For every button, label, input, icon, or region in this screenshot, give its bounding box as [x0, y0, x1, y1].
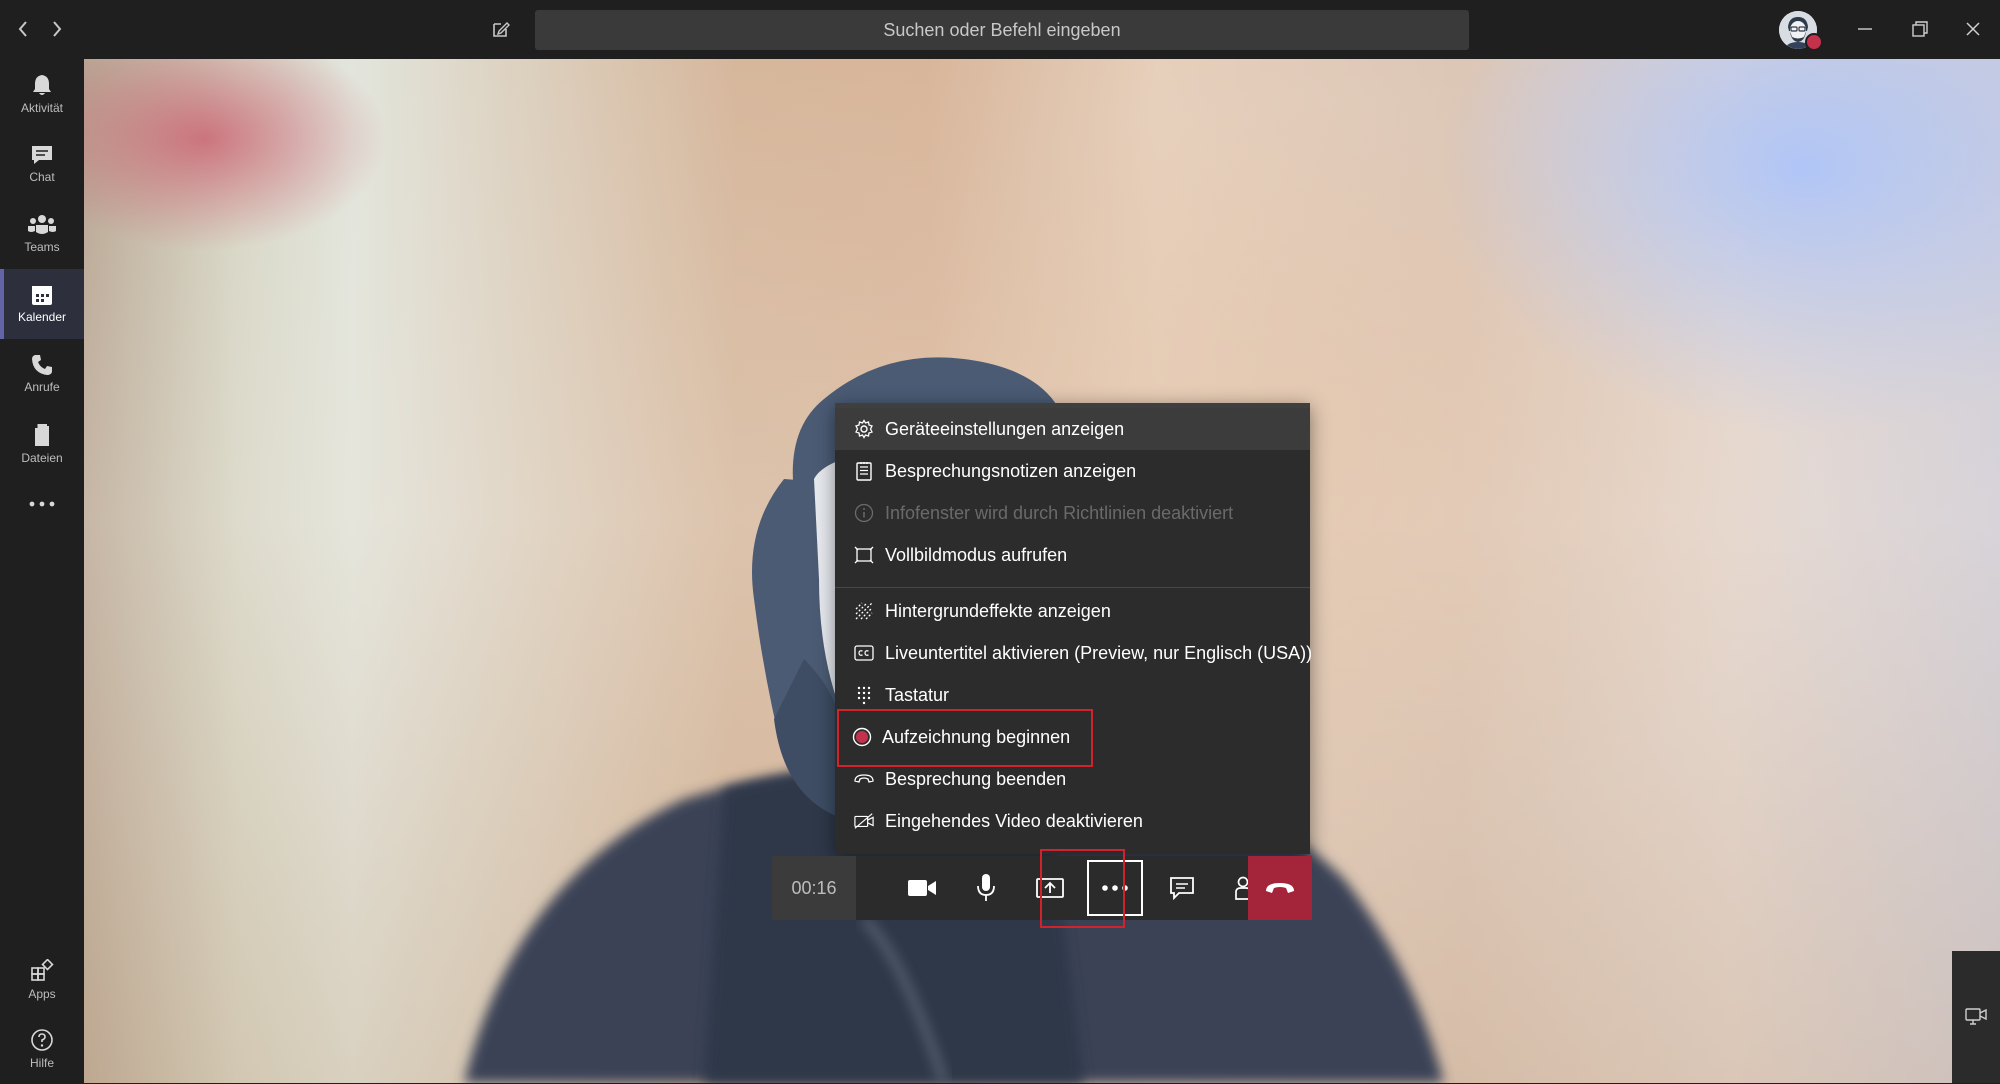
share-screen-button[interactable] — [1018, 856, 1082, 920]
rail-item-apps[interactable]: Apps — [0, 945, 84, 1015]
more-options-button[interactable] — [1083, 856, 1147, 920]
call-timer: 00:16 — [772, 856, 856, 920]
menu-item-label: Liveuntertitel aktivieren (Preview, nur … — [885, 642, 1313, 663]
microphone-button[interactable] — [954, 856, 1018, 920]
record-icon — [852, 727, 872, 747]
presence-status-badge — [1805, 33, 1823, 51]
hangup-icon — [1266, 883, 1294, 893]
help-icon — [31, 1029, 53, 1051]
chat-icon — [32, 146, 52, 164]
menu-item-device-settings[interactable]: Geräteeinstellungen anzeigen — [835, 408, 1310, 450]
menu-item-meeting-notes[interactable]: Besprechungsnotizen anzeigen — [835, 450, 1310, 492]
rail-label: Teams — [24, 240, 60, 254]
close-icon[interactable] — [1953, 14, 1993, 44]
device-video-panel-button[interactable] — [1952, 951, 2000, 1083]
rail-item-teams[interactable]: Teams — [0, 199, 84, 269]
rail-label: Kalender — [17, 310, 67, 324]
teams-icon — [28, 215, 56, 234]
menu-item-label: Infofenster wird durch Richtlinien deakt… — [885, 502, 1234, 523]
notes-icon — [854, 461, 874, 481]
menu-item-label: Besprechung beenden — [885, 768, 1067, 789]
rail-label: Anrufe — [24, 380, 60, 394]
background-effects-icon — [854, 601, 874, 621]
rail-label: Hilfe — [29, 1056, 54, 1070]
rail-item-files[interactable]: Dateien — [0, 409, 84, 479]
bell-icon — [33, 75, 51, 95]
chevron-left-icon[interactable] — [12, 14, 34, 44]
more-horizontal-icon — [29, 501, 55, 507]
rail-label: Chat — [29, 170, 55, 184]
search-input[interactable] — [535, 10, 1469, 50]
menu-item-label: Aufzeichnung beginnen — [882, 726, 1071, 747]
menu-item-label: Eingehendes Video deaktivieren — [885, 810, 1143, 831]
video-off-icon — [854, 811, 874, 831]
menu-item-disable-incoming-video[interactable]: Eingehendes Video deaktivieren — [835, 800, 1310, 842]
fullscreen-icon — [854, 545, 874, 565]
rail-item-activity[interactable]: Aktivität — [0, 59, 84, 129]
call-controls-bar: 00:16 — [772, 856, 1312, 920]
camera-icon — [908, 880, 936, 896]
file-icon — [35, 424, 49, 446]
compose-icon[interactable] — [486, 14, 516, 44]
menu-item-info-disabled: Infofenster wird durch Richtlinien deakt… — [835, 492, 1310, 534]
info-icon — [854, 503, 874, 523]
menu-item-fullscreen[interactable]: Vollbildmodus aufrufen — [835, 534, 1310, 576]
app-rail: Aktivität Chat Teams Kalender Anrufe Dat… — [0, 59, 84, 1083]
rail-label: Aktivität — [20, 101, 63, 115]
title-bar — [0, 0, 2000, 59]
device-video-icon — [1965, 1008, 1987, 1025]
menu-item-label: Vollbildmodus aufrufen — [885, 544, 1068, 565]
captions-icon — [854, 643, 874, 663]
minimize-icon[interactable] — [1845, 14, 1885, 44]
hangup-button[interactable] — [1248, 856, 1312, 920]
end-meeting-icon — [854, 769, 874, 789]
menu-item-label: Tastatur — [885, 684, 950, 705]
menu-item-background-effects[interactable]: Hintergrundeffekte anzeigen — [835, 590, 1310, 632]
rail-item-calendar[interactable]: Kalender — [0, 269, 84, 339]
microphone-icon — [977, 874, 995, 901]
rail-item-chat[interactable]: Chat — [0, 129, 84, 199]
more-options-menu: Geräteeinstellungen anzeigen Besprechung… — [835, 403, 1313, 854]
menu-item-label: Hintergrundeffekte anzeigen — [885, 600, 1111, 621]
rail-label: Apps — [28, 987, 56, 1001]
gear-icon — [854, 419, 874, 439]
menu-item-end-meeting[interactable]: Besprechung beenden — [835, 758, 1310, 800]
rail-more-button[interactable] — [0, 479, 84, 529]
apps-icon — [31, 959, 54, 981]
menu-item-label: Besprechungsnotizen anzeigen — [885, 460, 1137, 481]
camera-button[interactable] — [890, 856, 954, 920]
phone-icon — [32, 355, 52, 375]
chevron-right-icon[interactable] — [46, 14, 68, 44]
rail-item-calls[interactable]: Anrufe — [0, 339, 84, 409]
restore-icon[interactable] — [1900, 14, 1940, 44]
menu-divider — [835, 587, 1310, 588]
menu-item-live-captions[interactable]: Liveuntertitel aktivieren (Preview, nur … — [835, 632, 1313, 674]
share-screen-icon — [1036, 878, 1064, 898]
menu-item-label: Geräteeinstellungen anzeigen — [885, 418, 1125, 439]
rail-item-help[interactable]: Hilfe — [0, 1014, 84, 1084]
menu-item-start-recording[interactable]: Aufzeichnung beginnen — [835, 716, 1310, 758]
chat-button[interactable] — [1150, 856, 1214, 920]
chat-icon — [1170, 877, 1194, 900]
menu-item-keypad[interactable]: Tastatur — [835, 674, 1310, 716]
keypad-icon — [854, 685, 874, 705]
calendar-icon — [32, 286, 52, 305]
rail-label: Dateien — [21, 451, 63, 465]
more-options-icon — [1102, 885, 1128, 891]
